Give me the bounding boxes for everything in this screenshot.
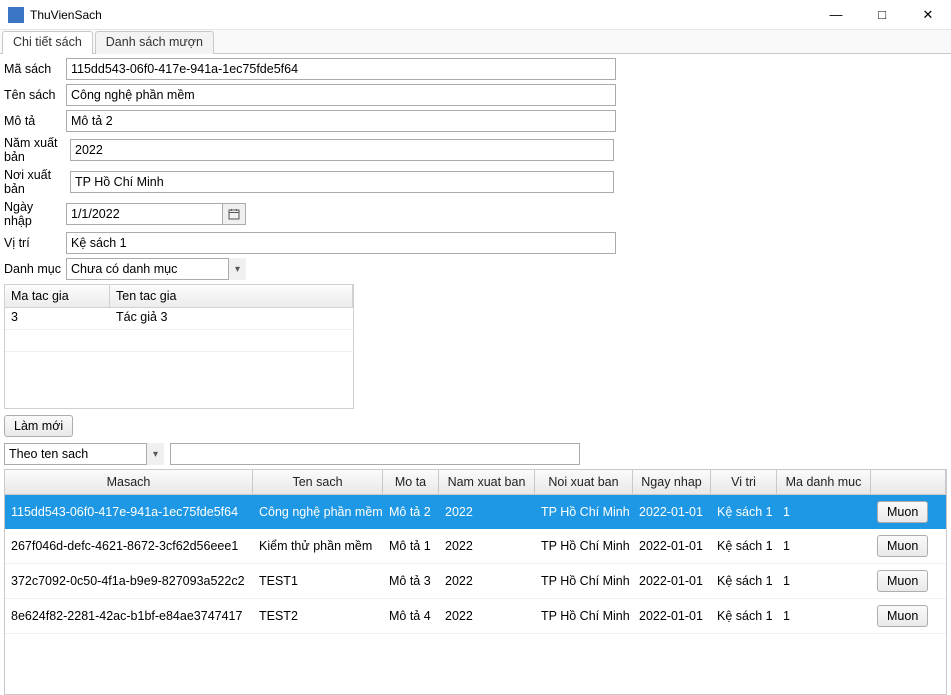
col-mota[interactable]: Mo ta: [383, 470, 439, 494]
namxb-label: Năm xuất bản: [4, 136, 70, 164]
tab-book-details[interactable]: Chi tiết sách: [2, 31, 93, 54]
muon-button[interactable]: Muon: [877, 535, 928, 557]
cell-noi: TP Hồ Chí Minh: [535, 533, 633, 559]
tab-strip: Chi tiết sách Danh sách mượn: [0, 30, 951, 54]
cell-nxb: 2022: [439, 603, 535, 629]
cell-nxb: 2022: [439, 499, 535, 525]
noixb-label: Nơi xuất bản: [4, 168, 70, 196]
masach-label: Mã sách: [4, 62, 66, 76]
cell-ngay: 2022-01-01: [633, 603, 711, 629]
cell-madm: 1: [777, 568, 871, 594]
app-icon: [8, 7, 24, 23]
cell-tensach: Kiểm thử phần mềm: [253, 533, 383, 559]
window-titlebar: ThuVienSach ― □ ✕: [0, 0, 951, 30]
book-grid: Masach Ten sach Mo ta Nam xuat ban Noi x…: [4, 469, 947, 695]
cell-tensach: TEST2: [253, 603, 383, 629]
col-tensach[interactable]: Ten sach: [253, 470, 383, 494]
window-close-button[interactable]: ✕: [905, 0, 951, 29]
cell-mota: Mô tả 4: [383, 603, 439, 629]
col-nxb[interactable]: Nam xuat ban: [439, 470, 535, 494]
col-noi[interactable]: Noi xuat ban: [535, 470, 633, 494]
cell-action: Muon: [871, 495, 946, 529]
window-title: ThuVienSach: [30, 8, 813, 22]
cell-vitri: Kệ sách 1: [711, 603, 777, 629]
cell-action: Muon: [871, 599, 946, 633]
cell-mota: Mô tả 3: [383, 568, 439, 594]
masach-input[interactable]: [66, 58, 616, 80]
cell-ngay: 2022-01-01: [633, 568, 711, 594]
cell-nxb: 2022: [439, 533, 535, 559]
cell-ngay: 2022-01-01: [633, 533, 711, 559]
cell-vitri: Kệ sách 1: [711, 533, 777, 559]
vitri-input[interactable]: [66, 232, 616, 254]
cell-masach: 372c7092-0c50-4f1a-b9e9-827093a522c2: [5, 568, 253, 594]
cell-tensach: TEST1: [253, 568, 383, 594]
cell-nxb: 2022: [439, 568, 535, 594]
col-masach[interactable]: Masach: [5, 470, 253, 494]
muon-button[interactable]: Muon: [877, 570, 928, 592]
lammoi-button[interactable]: Làm mới: [4, 415, 73, 437]
cell-action: Muon: [871, 529, 946, 563]
author-name-cell: Tác giả 3: [110, 308, 353, 329]
ngaynhap-input[interactable]: [66, 203, 246, 225]
table-row[interactable]: 115dd543-06f0-417e-941a-1ec75fde5f64Công…: [5, 495, 946, 529]
author-id-cell: 3: [5, 308, 110, 329]
table-row[interactable]: 372c7092-0c50-4f1a-b9e9-827093a522c2TEST…: [5, 564, 946, 599]
cell-ngay: 2022-01-01: [633, 499, 711, 525]
cell-masach: 267f046d-defc-4621-8672-3cf62d56eee1: [5, 533, 253, 559]
author-row[interactable]: [5, 330, 353, 352]
cell-noi: TP Hồ Chí Minh: [535, 568, 633, 594]
vitri-label: Vị trí: [4, 236, 66, 250]
cell-masach: 115dd543-06f0-417e-941a-1ec75fde5f64: [5, 499, 253, 525]
col-vitri[interactable]: Vi tri: [711, 470, 777, 494]
cell-noi: TP Hồ Chí Minh: [535, 499, 633, 525]
cell-mota: Mô tả 1: [383, 533, 439, 559]
noixb-input[interactable]: [70, 171, 614, 193]
mota-label: Mô tả: [4, 114, 66, 128]
danhmuc-label: Danh mục: [4, 262, 66, 276]
col-ngay[interactable]: Ngay nhap: [633, 470, 711, 494]
col-action: [871, 470, 946, 494]
cell-masach: 8e624f82-2281-42ac-b1bf-e84ae3747417: [5, 603, 253, 629]
author-grid-header-name[interactable]: Ten tac gia: [110, 285, 353, 307]
search-input[interactable]: [170, 443, 580, 465]
tensach-label: Tên sách: [4, 88, 66, 102]
cell-madm: 1: [777, 603, 871, 629]
cell-noi: TP Hồ Chí Minh: [535, 603, 633, 629]
chevron-down-icon[interactable]: ▾: [228, 258, 246, 280]
cell-vitri: Kệ sách 1: [711, 568, 777, 594]
table-row[interactable]: 8e624f82-2281-42ac-b1bf-e84ae3747417TEST…: [5, 599, 946, 634]
cell-action: Muon: [871, 564, 946, 598]
cell-madm: 1: [777, 499, 871, 525]
window-maximize-button[interactable]: □: [859, 0, 905, 29]
chevron-down-icon[interactable]: ▾: [146, 443, 164, 465]
cell-madm: 1: [777, 533, 871, 559]
tensach-input[interactable]: [66, 84, 616, 106]
cell-vitri: Kệ sách 1: [711, 499, 777, 525]
tab-borrow-list[interactable]: Danh sách mượn: [95, 31, 214, 54]
table-row[interactable]: 267f046d-defc-4621-8672-3cf62d56eee1Kiểm…: [5, 529, 946, 564]
search-mode-combo[interactable]: [4, 443, 164, 465]
author-row[interactable]: 3 Tác giả 3: [5, 308, 353, 330]
author-grid-header-id[interactable]: Ma tac gia: [5, 285, 110, 307]
muon-button[interactable]: Muon: [877, 501, 928, 523]
window-minimize-button[interactable]: ―: [813, 0, 859, 29]
ngaynhap-label: Ngày nhập: [4, 200, 66, 228]
cell-mota: Mô tả 2: [383, 499, 439, 525]
col-madm[interactable]: Ma danh muc: [777, 470, 871, 494]
author-grid: Ma tac gia Ten tac gia 3 Tác giả 3: [4, 284, 354, 409]
cell-tensach: Công nghệ phần mềm: [253, 499, 383, 525]
namxb-input[interactable]: [70, 139, 614, 161]
calendar-icon[interactable]: [222, 203, 246, 225]
danhmuc-combo[interactable]: [66, 258, 246, 280]
mota-input[interactable]: [66, 110, 616, 132]
muon-button[interactable]: Muon: [877, 605, 928, 627]
